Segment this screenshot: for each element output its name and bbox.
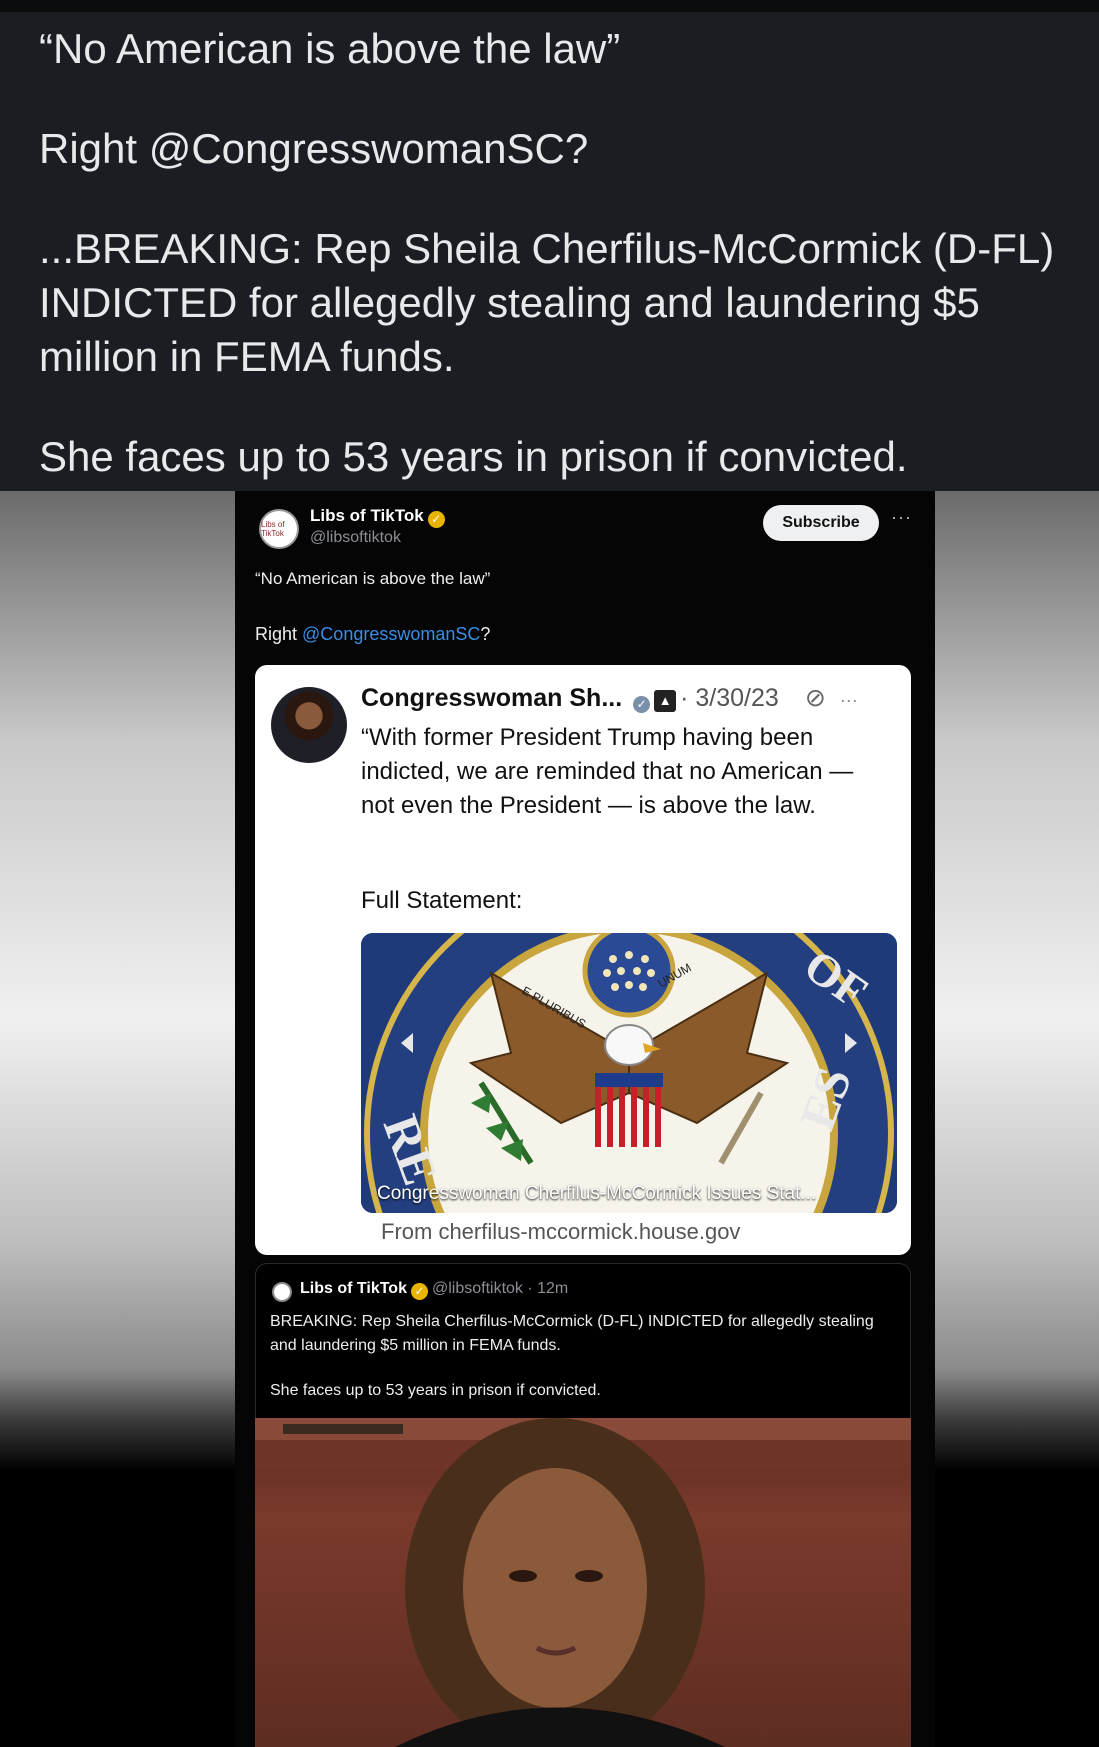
news-photo[interactable] (255, 1418, 911, 1747)
author-name[interactable]: Libs of TikTok ✓ (310, 506, 445, 528)
news-tweet-body: BREAKING: Rep Sheila Cherfilus-McCormick… (270, 1313, 874, 1354)
quoted-tweet-body: “With former President Trump having been… (361, 724, 854, 819)
government-badge-icon: ▲ (654, 690, 677, 712)
quoted-tweet-header: Congresswoman Sh... ✓ ▲ · 3/30/23 ⊘ ··· (361, 683, 858, 713)
news-tweet-body-2: She faces up to 53 years in prison if co… (270, 1382, 601, 1399)
news-tweet-header: Libs of TikTok ✓ @libsoftiktok · 12m (300, 1280, 568, 1300)
caption-line-breaking: ...BREAKING: Rep Sheila Cherfilus-McCorm… (39, 225, 1066, 380)
author-name-text: Libs of TikTok (310, 506, 424, 525)
grok-icon[interactable]: ⊘ (805, 684, 826, 712)
link-source-domain[interactable]: From cherfilus-mccormick.house.gov (381, 1219, 740, 1245)
top-status-strip (0, 0, 1099, 12)
caption-line-prison: She faces up to 53 years in prison if co… (39, 433, 908, 480)
quoted-date: · 3/30/23 (680, 684, 779, 712)
news-handle-time: @libsoftiktok · 12m (431, 1280, 569, 1297)
tweet-text-quote: “No American is above the law” (255, 569, 491, 588)
subscribe-button[interactable]: Subscribe (763, 505, 879, 541)
post-media[interactable]: Libs of TikTok Libs of TikTok ✓ @libsofti… (0, 491, 1099, 1747)
post-caption: “No American is above the law” Right @Co… (0, 12, 1099, 491)
verified-badge-icon: ✓ (427, 511, 445, 528)
mention-link[interactable]: @CongresswomanSC (302, 624, 480, 644)
quoted-author-name[interactable]: Congresswoman Sh... (361, 684, 622, 712)
link-card-title: Congresswoman Cherfilus-McCormick Issues… (377, 1183, 817, 1204)
caption-line-mention: Right @CongresswomanSC? (39, 125, 589, 172)
libs-of-tiktok-avatar[interactable]: Libs of TikTok (259, 509, 299, 549)
verified-badge-icon: ✓ (633, 696, 651, 713)
tweet-text-right-prefix: Right (255, 624, 303, 644)
quoted-tweet-card[interactable]: Congresswoman Sh... ✓ ▲ · 3/30/23 ⊘ ··· “Wit… (255, 665, 911, 1255)
verified-badge-icon: ✓ (410, 1283, 428, 1300)
congresswoman-avatar[interactable] (271, 687, 347, 763)
more-options-icon[interactable]: ··· (891, 507, 912, 528)
tweet-text-question: ? (480, 624, 491, 644)
libs-of-tiktok-avatar[interactable] (272, 1282, 292, 1302)
house-seal-image: E PLURIBUS UNUM OF RE ES (361, 933, 897, 1213)
house-seal-link-card[interactable]: E PLURIBUS UNUM OF RE ES Congresswoman C… (361, 933, 897, 1213)
tweet-text-right: Right @CongresswomanSC? (255, 624, 490, 645)
portrait-photo (255, 1418, 911, 1747)
news-author-name[interactable]: Libs of TikTok (300, 1280, 407, 1297)
author-handle[interactable]: @libsoftiktok (310, 529, 401, 547)
full-statement-label: Full Statement: (361, 887, 523, 914)
caption-line-quote: “No American is above the law” (39, 25, 621, 72)
embedded-screenshot: Libs of TikTok Libs of TikTok ✓ @libsofti… (235, 491, 935, 1747)
more-options-icon[interactable]: ··· (840, 690, 858, 710)
